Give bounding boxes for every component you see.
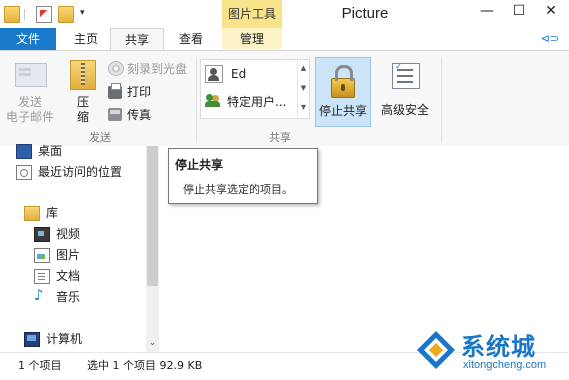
library-icon bbox=[24, 206, 40, 221]
tab-home[interactable]: 主页 bbox=[64, 28, 108, 50]
nav-item-label: 最近访问的位置 bbox=[38, 165, 123, 179]
ribbon-tab-row: 文件 主页 共享 查看 管理 ⊲⊃ bbox=[0, 28, 569, 51]
security-checklist-icon bbox=[392, 63, 420, 89]
email-label-line2: 电子邮件 bbox=[5, 110, 54, 124]
nav-scroll-down-icon[interactable]: ⌄ bbox=[146, 336, 159, 350]
music-icon bbox=[34, 287, 48, 303]
lock-icon bbox=[331, 65, 355, 98]
recent-places-icon bbox=[16, 165, 32, 180]
nav-item-label: 库 bbox=[46, 206, 59, 220]
picture-tools-header: 图片工具 bbox=[222, 0, 282, 28]
ribbon-expand-help-icon[interactable]: ⊲⊃ bbox=[541, 32, 559, 45]
zip-folder-icon bbox=[70, 60, 96, 90]
nav-item-label: 文档 bbox=[56, 269, 81, 283]
window-title: Picture bbox=[341, 5, 389, 22]
status-selection: 选中 1 个项目 92.9 KB bbox=[87, 359, 203, 372]
pictures-icon bbox=[34, 248, 50, 263]
stop-sharing-tooltip: 停止共享 停止共享选定的项目。 bbox=[168, 148, 318, 204]
tab-file[interactable]: 文件 bbox=[0, 28, 56, 50]
maximize-button[interactable]: ☐ bbox=[504, 0, 534, 22]
status-item-count: 1 个项目 bbox=[18, 359, 62, 372]
title-bar: ▾ 图片工具 Picture — ☐ ✕ bbox=[0, 0, 569, 28]
printer-icon bbox=[108, 83, 122, 99]
tooltip-description: 停止共享选定的项目。 bbox=[183, 183, 293, 196]
email-icon bbox=[15, 63, 47, 87]
navigation-pane: 桌面 最近访问的位置 库 视频 图片 文档 音乐 计算机 bbox=[0, 144, 160, 352]
share-specific-users[interactable]: 特定用户... bbox=[205, 90, 297, 110]
fax-icon bbox=[108, 108, 122, 121]
tab-view[interactable]: 查看 bbox=[168, 28, 214, 50]
new-folder-icon[interactable] bbox=[58, 6, 74, 23]
email-label-line1: 发送 bbox=[17, 95, 42, 109]
tooltip-title: 停止共享 bbox=[175, 158, 224, 172]
burn-label: 刻录到光盘 bbox=[127, 62, 188, 76]
computer-icon bbox=[24, 332, 40, 347]
scroll-down-icon[interactable]: ▼ bbox=[298, 84, 309, 92]
watermark-brand: 系统城 bbox=[461, 333, 536, 361]
watermark: 系统城 xitongcheng.com bbox=[415, 325, 565, 377]
fax-label: 传真 bbox=[127, 108, 152, 122]
share-with-list[interactable]: Ed 特定用户... ▲ ▼ ▾ bbox=[200, 59, 310, 119]
scroll-up-icon[interactable]: ▲ bbox=[298, 64, 309, 72]
ribbon-group-divider bbox=[441, 57, 442, 143]
share-user-ed[interactable]: Ed bbox=[205, 64, 295, 84]
desktop-icon bbox=[16, 144, 32, 159]
nav-item-label: 视频 bbox=[56, 227, 81, 241]
properties-icon[interactable] bbox=[36, 6, 52, 23]
advanced-security-button[interactable]: 高级安全 bbox=[376, 57, 434, 125]
documents-icon bbox=[34, 269, 50, 284]
advanced-security-label: 高级安全 bbox=[380, 103, 429, 117]
print-label: 打印 bbox=[127, 85, 152, 99]
nav-item-label: 计算机 bbox=[46, 332, 83, 346]
zip-button[interactable]: 压 缩 bbox=[66, 57, 100, 124]
burn-to-disc-button[interactable]: 刻录到光盘 bbox=[108, 59, 192, 77]
share-group-label: 共享 bbox=[269, 131, 291, 144]
watermark-logo-icon bbox=[417, 331, 455, 369]
users-icon bbox=[205, 92, 221, 108]
disc-icon bbox=[108, 61, 124, 76]
folder-icon bbox=[4, 6, 20, 23]
user-icon bbox=[205, 65, 223, 83]
print-button[interactable]: 打印 bbox=[108, 82, 168, 100]
share-list-scrollbar[interactable]: ▲ ▼ ▾ bbox=[297, 60, 309, 118]
fax-button[interactable]: 传真 bbox=[108, 105, 168, 123]
stop-sharing-button[interactable]: 停止共享 bbox=[315, 57, 371, 127]
zip-label-line2: 缩 bbox=[76, 110, 89, 124]
share-user-label: Ed bbox=[231, 67, 247, 81]
email-button[interactable]: 发送 电子邮件 bbox=[6, 57, 54, 124]
nav-item-label: 音乐 bbox=[56, 290, 81, 304]
nav-item-label: 桌面 bbox=[38, 144, 63, 158]
ribbon-group-divider bbox=[196, 57, 197, 143]
watermark-url: xitongcheng.com bbox=[463, 359, 547, 371]
stop-sharing-label: 停止共享 bbox=[318, 104, 367, 118]
minimize-button[interactable]: — bbox=[472, 0, 502, 22]
send-group-label: 发送 bbox=[89, 131, 111, 144]
specific-users-label: 特定用户... bbox=[227, 95, 287, 109]
zip-label-line1: 压 bbox=[76, 95, 89, 109]
videos-icon bbox=[34, 227, 50, 242]
tab-manage[interactable]: 管理 bbox=[222, 28, 282, 50]
nav-item-label: 图片 bbox=[56, 248, 81, 262]
ribbon: 发送 电子邮件 压 缩 刻录到光盘 打印 传真 发送 Ed 特定用户... ▲ bbox=[0, 50, 569, 148]
qat-divider bbox=[24, 9, 25, 20]
nav-scrollbar-thumb[interactable] bbox=[147, 146, 158, 286]
qat-dropdown-icon[interactable]: ▾ bbox=[80, 8, 85, 18]
tab-share[interactable]: 共享 bbox=[110, 28, 164, 51]
close-button[interactable]: ✕ bbox=[536, 0, 566, 22]
more-icon[interactable]: ▾ bbox=[298, 102, 309, 113]
